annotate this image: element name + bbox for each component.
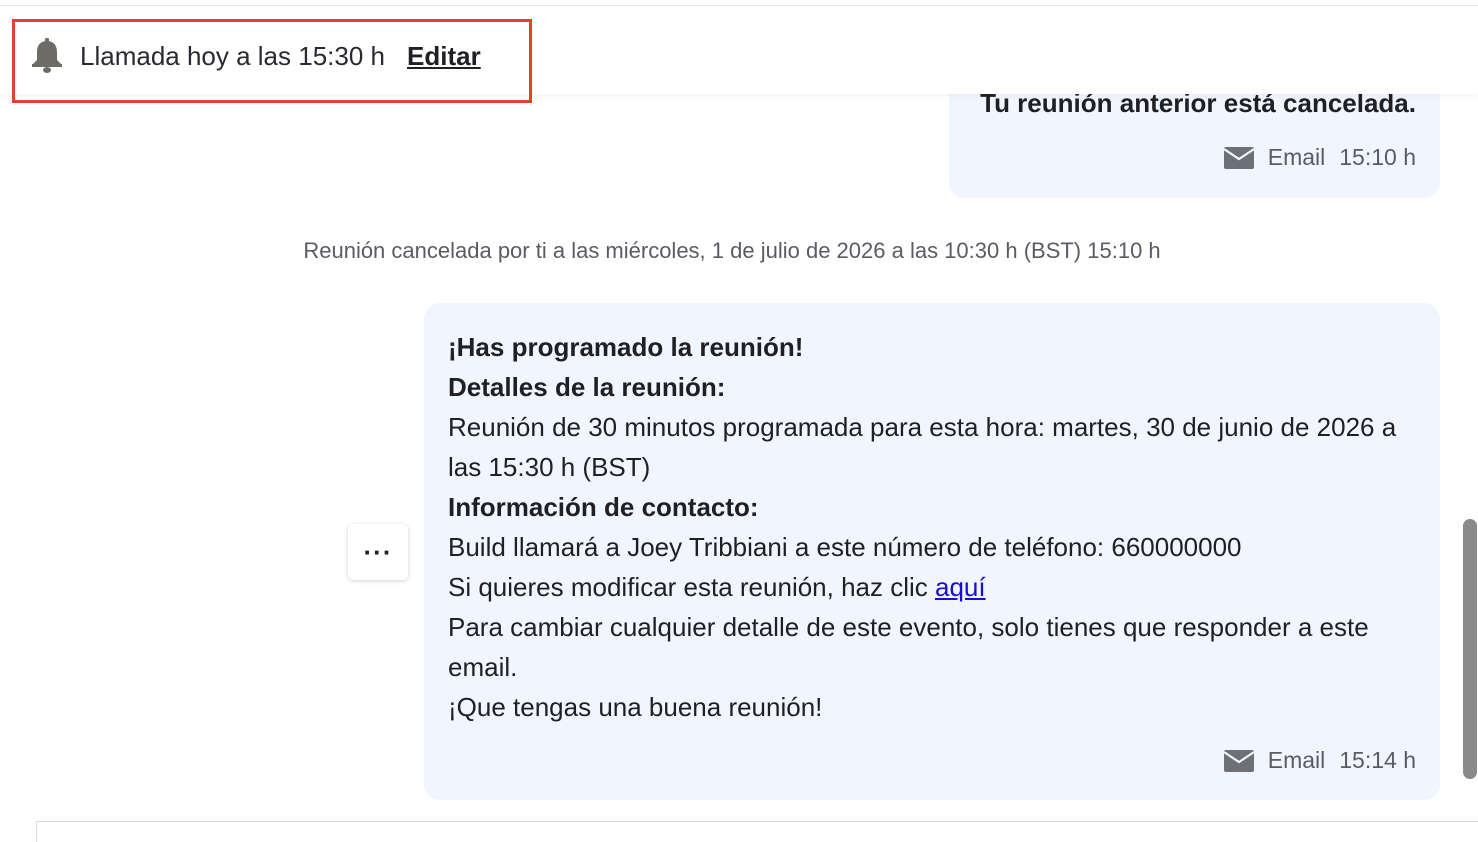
message-time: 15:10 h xyxy=(1339,144,1416,170)
message-title: ¡Has programado la reunión! xyxy=(448,332,804,362)
message-body: ¡Has programado la reunión! Detalles de … xyxy=(448,327,1408,727)
reminder-text: Llamada hoy a las 15:30 h xyxy=(80,40,385,71)
call-reminder: Llamada hoy a las 15:30 h Editar xyxy=(28,34,481,78)
bell-icon xyxy=(32,38,62,73)
modify-text: Si quieres modificar esta reunión, haz c… xyxy=(448,572,936,602)
system-note: Reunión cancelada por ti a las miércoles… xyxy=(303,238,1161,263)
message-meta: Email 15:10 h xyxy=(1223,144,1416,171)
message-channel: Email xyxy=(1267,144,1326,170)
change-text: Para cambiar cualquier detalle de este e… xyxy=(448,612,1369,682)
email-icon xyxy=(1223,146,1254,169)
message-meta: Email 15:14 h xyxy=(1223,747,1416,774)
composer-area[interactable] xyxy=(36,821,1478,842)
modify-link[interactable]: aquí xyxy=(935,572,986,602)
modify-line: Si quieres modificar esta reunión, haz c… xyxy=(448,567,1408,607)
message-time: 15:14 h xyxy=(1339,747,1416,773)
conversation-view: Tu reunión anterior está cancelada. Emai… xyxy=(0,0,1478,842)
more-options-button[interactable]: ··· xyxy=(348,524,408,580)
contact-heading: Información de contacto: xyxy=(448,492,759,522)
message-channel: Email xyxy=(1267,747,1326,773)
reminder-bar: Llamada hoy a las 15:30 h Editar xyxy=(0,6,1478,94)
edit-reminder-link[interactable]: Editar xyxy=(407,41,481,72)
email-icon xyxy=(1223,749,1254,772)
details-text: Reunión de 30 minutos programada para es… xyxy=(448,412,1397,482)
message-bubble-scheduled: ¡Has programado la reunión! Detalles de … xyxy=(424,303,1440,800)
details-heading: Detalles de la reunión: xyxy=(448,372,726,402)
contact-text: Build llamará a Joey Tribbiani a este nú… xyxy=(448,532,1242,562)
scrollbar-thumb[interactable] xyxy=(1463,519,1477,779)
closing-text: ¡Que tengas una buena reunión! xyxy=(448,692,823,722)
